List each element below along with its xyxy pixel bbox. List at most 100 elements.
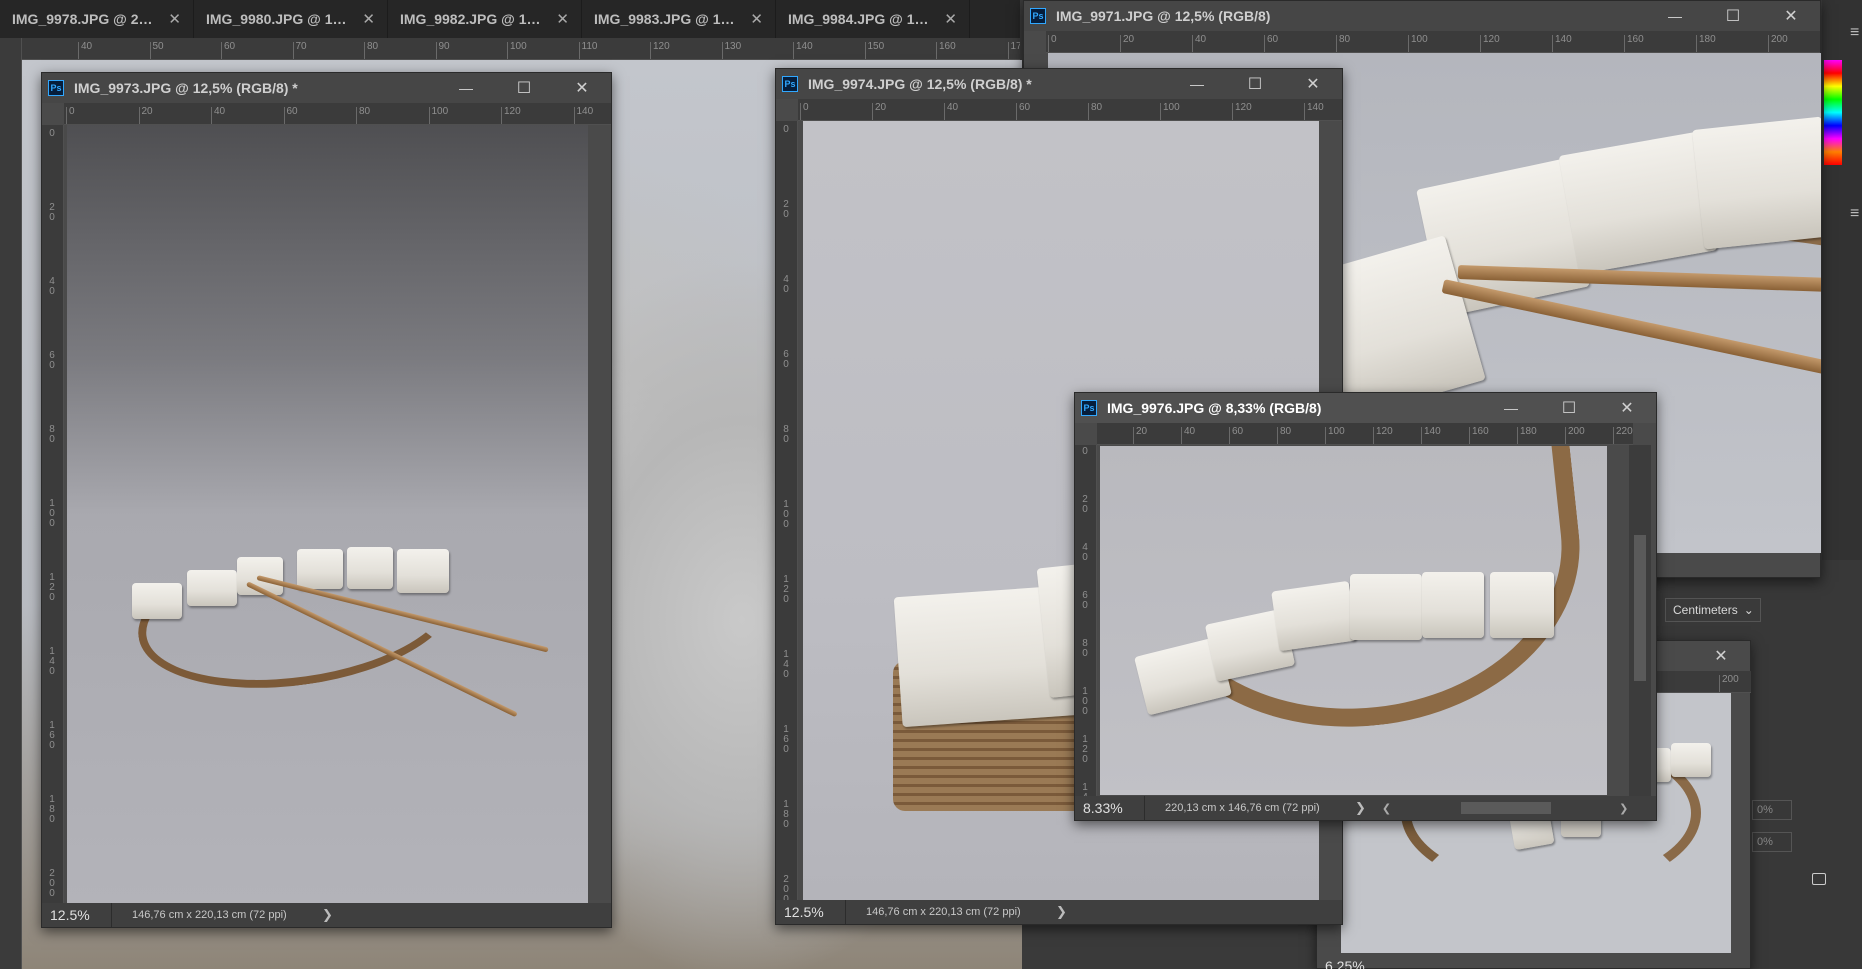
minimize-button[interactable]: —	[1168, 69, 1226, 99]
ruler-tick: 80	[356, 107, 370, 124]
ruler-tick: 20	[1120, 35, 1134, 52]
ceramic-block	[1271, 580, 1357, 652]
minimize-button[interactable]: —	[1482, 393, 1540, 423]
ruler-tick: 140	[783, 649, 789, 680]
ruler-tick: 40	[1181, 427, 1195, 444]
horizontal-scrollbar[interactable]: ❮ ❯	[1382, 796, 1632, 820]
image-canvas[interactable]	[67, 125, 588, 905]
percent-field[interactable]: 0%	[1752, 800, 1792, 820]
ceramic-block	[397, 549, 449, 593]
tab-label: IMG_9982.JPG @ 12,...	[400, 11, 545, 27]
ruler-tick: 40	[944, 103, 958, 120]
close-button[interactable]: ✕	[1692, 641, 1750, 671]
ruler-tick: 80	[1082, 638, 1088, 659]
window-title: IMG_9974.JPG @ 12,5% (RGB/8) *	[808, 76, 1032, 92]
ruler-tick: 70	[292, 42, 307, 59]
maximize-button[interactable]: ☐	[1704, 1, 1762, 31]
ruler-tick: 20	[783, 199, 789, 220]
document-info: 220,13 cm x 146,76 cm (72 ppi)	[1165, 802, 1320, 814]
window-titlebar[interactable]: Ps IMG_9973.JPG @ 12,5% (RGB/8) * — ☐ ✕	[42, 73, 611, 103]
close-icon[interactable]: ✕	[750, 10, 763, 28]
panel-menu-icon[interactable]: ≡	[1850, 205, 1859, 223]
window-titlebar[interactable]: Ps IMG_9971.JPG @ 12,5% (RGB/8) — ☐ ✕	[1024, 1, 1820, 31]
ruler-tick: 20	[872, 103, 886, 120]
ruler-tick: 20	[138, 107, 153, 124]
document-window-img-9973[interactable]: Ps IMG_9973.JPG @ 12,5% (RGB/8) * — ☐ ✕ …	[41, 72, 612, 928]
ruler-tick: 60	[221, 42, 235, 59]
ceramic-block	[1422, 572, 1484, 638]
ruler-tick: 0	[1082, 446, 1088, 457]
units-select[interactable]: Centimeters ⌄	[1665, 598, 1761, 622]
document-info: 146,76 cm x 220,13 cm (72 ppi)	[132, 909, 287, 921]
ruler-tick: 20	[1082, 494, 1088, 515]
close-button[interactable]: ✕	[1598, 393, 1656, 423]
minimize-button[interactable]: —	[437, 73, 495, 103]
image-canvas[interactable]	[1100, 446, 1607, 795]
ruler-tick: 100	[507, 42, 527, 59]
close-icon[interactable]: ✕	[362, 10, 375, 28]
close-icon[interactable]: ✕	[556, 10, 569, 28]
ceramic-block	[1350, 574, 1422, 640]
zoom-level[interactable]: 12.5%	[42, 903, 112, 927]
tab-img-9982[interactable]: IMG_9982.JPG @ 12,... ✕	[388, 0, 582, 38]
ceramic-block	[1692, 116, 1821, 250]
ruler-tick: 60	[1229, 427, 1243, 444]
ruler-tick: 120	[49, 572, 55, 603]
ruler-tick: 60	[783, 349, 789, 370]
document-window-img-9976[interactable]: Ps IMG_9976.JPG @ 8,33% (RGB/8) — ☐ ✕ 20…	[1074, 392, 1657, 821]
ruler-tick: 180	[783, 799, 789, 830]
ruler-tick: 60	[1016, 103, 1030, 120]
tab-img-9978[interactable]: IMG_9978.JPG @ 25% (RGB/8) ✕	[0, 0, 194, 38]
ruler-tick: 160	[49, 720, 55, 751]
close-icon[interactable]: ✕	[168, 10, 181, 28]
lock-icon[interactable]	[1812, 873, 1826, 885]
ruler-tick: 140	[1421, 427, 1441, 444]
scrollbar-thumb[interactable]	[1634, 535, 1646, 681]
maximize-button[interactable]: ☐	[495, 73, 553, 103]
ruler-tick: 100	[1325, 427, 1345, 444]
arrow-left-icon[interactable]: ❮	[1382, 802, 1391, 815]
arrow-right-icon[interactable]: ❯	[1619, 802, 1628, 815]
ruler-tick: 110	[578, 42, 597, 59]
ruler-tick: 200	[1719, 675, 1739, 692]
ruler-tick: 180	[1696, 35, 1716, 52]
zoom-level[interactable]: 12.5%	[776, 900, 846, 924]
ruler-tick: 0	[1048, 35, 1057, 52]
ruler-tick: 90	[435, 42, 450, 59]
percent-field[interactable]: 0%	[1752, 832, 1792, 852]
color-spectrum[interactable]	[1824, 60, 1842, 165]
window-titlebar[interactable]: Ps IMG_9976.JPG @ 8,33% (RGB/8) — ☐ ✕	[1075, 393, 1656, 423]
photoshop-icon: Ps	[1030, 8, 1046, 24]
ruler-tick: 170	[1007, 42, 1020, 59]
window-titlebar[interactable]: Ps IMG_9974.JPG @ 12,5% (RGB/8) * — ☐ ✕	[776, 69, 1342, 99]
ruler-tick: 100	[428, 107, 448, 124]
minimize-button[interactable]: —	[1646, 1, 1704, 31]
close-button[interactable]: ✕	[553, 73, 611, 103]
ruler-tick: 160	[1469, 427, 1489, 444]
arrow-right-icon[interactable]: ❯	[1355, 800, 1366, 816]
ruler-tick: 80	[783, 424, 789, 445]
photoshop-icon: Ps	[1081, 400, 1097, 416]
arrow-right-icon[interactable]: ❯	[322, 907, 333, 923]
ruler-tick: 0	[49, 128, 55, 139]
tab-img-9980[interactable]: IMG_9980.JPG @ 16,... ✕	[194, 0, 388, 38]
panel-menu-icon[interactable]: ≡	[1850, 24, 1859, 42]
tab-img-9983[interactable]: IMG_9983.JPG @ 16,... ✕	[582, 0, 776, 38]
scrollbar-thumb[interactable]	[1461, 802, 1552, 814]
ruler-tick: 220	[1613, 427, 1633, 444]
arrow-right-icon[interactable]: ❯	[1056, 904, 1067, 920]
tab-img-9984[interactable]: IMG_9984.JPG @ 16,... ✕	[776, 0, 970, 38]
ruler-tick: 60	[1082, 590, 1088, 611]
ruler-tick: 150	[864, 42, 884, 59]
ruler-tick: 100	[1408, 35, 1428, 52]
close-icon[interactable]: ✕	[944, 10, 957, 28]
tab-label: IMG_9980.JPG @ 16,...	[206, 11, 351, 27]
close-button[interactable]: ✕	[1762, 1, 1820, 31]
close-button[interactable]: ✕	[1284, 69, 1342, 99]
zoom-level[interactable]: 8.33%	[1075, 796, 1145, 820]
vertical-scrollbar[interactable]	[1629, 445, 1651, 796]
ceramic-block	[347, 547, 393, 589]
maximize-button[interactable]: ☐	[1226, 69, 1284, 99]
maximize-button[interactable]: ☐	[1540, 393, 1598, 423]
ruler-tick: 200	[49, 868, 55, 899]
